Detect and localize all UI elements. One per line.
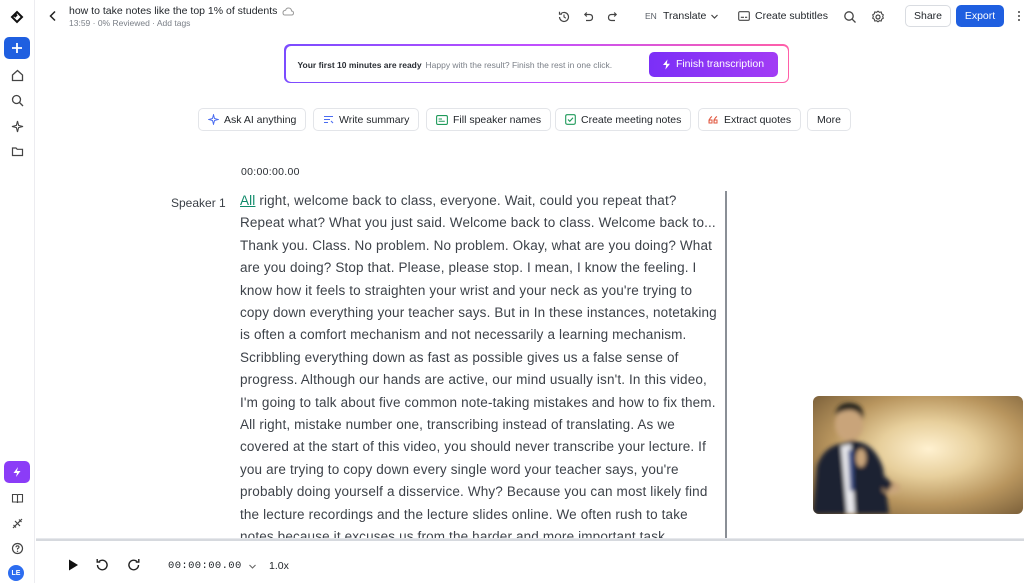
write-summary-button[interactable]: Write summary <box>313 108 420 131</box>
app-window: LE how to take notes like the top 1% of … <box>0 0 1024 583</box>
back-arrow-icon[interactable] <box>46 9 60 23</box>
video-frame-image <box>813 402 900 514</box>
playback-speed[interactable]: 1.0x <box>269 560 289 572</box>
extract-quotes-button[interactable]: Extract quotes <box>698 108 802 131</box>
chip-label: Write summary <box>339 113 410 126</box>
bolt-icon <box>662 59 670 69</box>
history-icon[interactable] <box>557 10 571 24</box>
integrations-icon[interactable] <box>4 512 30 534</box>
chevron-down-icon <box>711 14 719 19</box>
book-icon[interactable] <box>4 487 30 509</box>
forward-icon[interactable] <box>126 557 142 573</box>
search-icon[interactable] <box>843 10 857 24</box>
home-icon[interactable] <box>4 64 30 86</box>
rewind-icon[interactable] <box>94 557 110 573</box>
search-icon[interactable] <box>4 89 30 111</box>
id-card-icon <box>436 114 448 125</box>
export-button[interactable]: Export <box>956 5 1004 27</box>
quote-icon <box>708 116 718 124</box>
fill-speaker-names-button[interactable]: Fill speaker names <box>426 108 552 131</box>
chip-label: Ask AI anything <box>224 113 297 126</box>
document-meta: 13:59 · 0% Reviewed · Add tags <box>69 18 191 28</box>
sparkle-icon[interactable] <box>4 115 30 137</box>
chevron-down-icon <box>248 564 256 569</box>
cloud-sync-icon <box>282 6 295 15</box>
avatar[interactable]: LE <box>8 565 24 581</box>
current-word[interactable]: All <box>240 193 255 208</box>
more-options-icon[interactable] <box>1012 9 1024 23</box>
chip-label: Create meeting notes <box>581 113 682 126</box>
share-button[interactable]: Share <box>905 5 951 27</box>
document-title[interactable]: how to take notes like the top 1% of stu… <box>69 5 295 17</box>
finish-transcription-label: Finish transcription <box>675 58 765 70</box>
chip-label: Fill speaker names <box>453 113 542 126</box>
promo-text: Happy with the result? Finish the rest i… <box>425 59 613 70</box>
left-rail: LE <box>0 0 35 583</box>
chip-label: More <box>817 113 841 126</box>
promo-heading: Your first 10 minutes are ready <box>297 59 422 70</box>
bolt-icon[interactable] <box>4 461 30 483</box>
top-bar: how to take notes like the top 1% of stu… <box>36 0 1024 34</box>
translate-label: Translate <box>663 10 707 22</box>
summary-icon <box>324 115 334 124</box>
create-subtitles-button[interactable]: Create subtitles <box>738 10 828 22</box>
redo-icon[interactable] <box>606 10 620 24</box>
text-cursor-line <box>725 191 727 538</box>
checkbox-icon <box>565 114 576 125</box>
new-button[interactable] <box>4 37 30 59</box>
speaker-label[interactable]: Speaker 1 <box>171 196 226 210</box>
playback-bar: 00:00:00.00 1.0x <box>36 538 1024 583</box>
transcript-text[interactable]: All right, welcome back to class, everyo… <box>240 190 718 538</box>
settings-icon[interactable] <box>871 10 885 24</box>
playback-time[interactable]: 00:00:00.00 <box>168 560 257 572</box>
sparkle-icon <box>208 114 219 125</box>
playback-progress[interactable] <box>36 539 1024 541</box>
play-icon[interactable] <box>65 557 81 573</box>
chip-label: Extract quotes <box>724 113 792 126</box>
create-subtitles-label: Create subtitles <box>755 10 828 22</box>
undo-icon[interactable] <box>581 10 595 24</box>
folder-icon[interactable] <box>4 140 30 162</box>
video-preview[interactable] <box>813 396 1023 514</box>
logo-icon[interactable] <box>4 6 30 28</box>
finish-transcription-button[interactable]: Finish transcription <box>648 51 778 77</box>
create-meeting-notes-button[interactable]: Create meeting notes <box>555 108 692 131</box>
language-code: EN <box>645 11 657 21</box>
more-button[interactable]: More <box>807 108 851 131</box>
document-title-text: how to take notes like the top 1% of stu… <box>69 5 278 17</box>
playback-time-value: 00:00:00.00 <box>168 560 242 572</box>
transcription-promo-banner: Your first 10 minutes are ready Happy wi… <box>284 44 789 83</box>
transcript-body: right, welcome back to class, everyone. … <box>240 193 717 538</box>
subtitles-icon <box>738 11 750 21</box>
ask-ai-button[interactable]: Ask AI anything <box>198 108 307 131</box>
segment-timestamp[interactable]: 00:00:00.00 <box>241 166 300 178</box>
translate-button[interactable]: Translate <box>663 10 719 22</box>
help-icon[interactable] <box>4 537 30 559</box>
